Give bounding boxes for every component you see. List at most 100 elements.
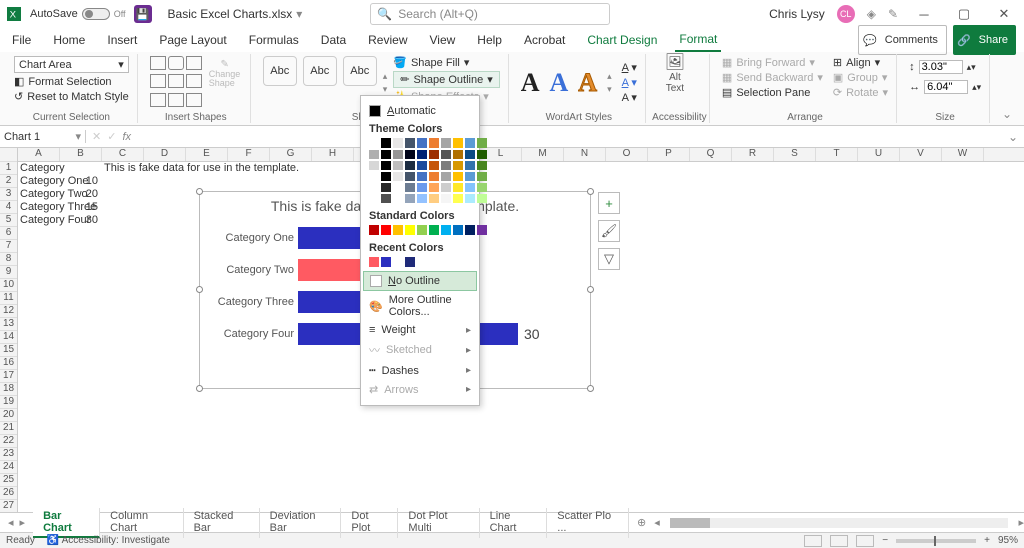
color-swatch[interactable]: [465, 172, 475, 181]
expand-formula-icon[interactable]: ⌄: [1002, 130, 1024, 144]
color-swatch[interactable]: [477, 161, 487, 170]
alt-text-button[interactable]: 🖼 Alt Text: [658, 56, 692, 90]
tab-view[interactable]: View: [426, 29, 460, 51]
horizontal-scrollbar[interactable]: [670, 518, 1009, 528]
cell[interactable]: This is fake data for use in the templat…: [102, 162, 301, 175]
row-headers[interactable]: 1234567891011121314151617181920212223242…: [0, 148, 18, 512]
row-header[interactable]: 17: [0, 370, 17, 383]
col-header[interactable]: N: [564, 148, 606, 161]
row-header[interactable]: 1: [0, 162, 17, 175]
normal-view-button[interactable]: [804, 535, 822, 547]
color-swatch[interactable]: [429, 138, 439, 148]
row-header[interactable]: 7: [0, 240, 17, 253]
cell[interactable]: Category: [18, 162, 67, 175]
chart-element-selector[interactable]: Chart Area▾: [14, 56, 129, 73]
row-header[interactable]: 26: [0, 487, 17, 500]
color-swatch[interactable]: [453, 172, 463, 181]
color-swatch[interactable]: [441, 225, 451, 235]
color-swatch[interactable]: [405, 138, 415, 148]
color-swatch[interactable]: [381, 150, 391, 159]
text-fill-button[interactable]: A ▾: [622, 61, 637, 74]
change-shape-button[interactable]: ✎ Change Shape: [208, 56, 242, 90]
dashes-option[interactable]: ┅Dashes▸: [369, 361, 471, 380]
col-header[interactable]: G: [270, 148, 312, 161]
minimize-button[interactable]: ─: [910, 0, 938, 28]
reset-style-button[interactable]: ↺Reset to Match Style: [14, 90, 129, 103]
col-header[interactable]: D: [144, 148, 186, 161]
color-swatch[interactable]: [393, 150, 403, 159]
tab-format[interactable]: Format: [675, 28, 721, 52]
sheet-tab[interactable]: Dot Plot: [341, 508, 398, 538]
color-swatch[interactable]: [405, 225, 415, 235]
chart-styles-button[interactable]: 🖌: [598, 220, 620, 242]
col-header[interactable]: A: [18, 148, 60, 161]
color-swatch[interactable]: [429, 183, 439, 192]
sheet-tab[interactable]: Scatter Plo ...: [547, 508, 629, 538]
save-icon[interactable]: 💾: [134, 5, 152, 23]
col-header[interactable]: O: [606, 148, 648, 161]
color-swatch[interactable]: [441, 138, 451, 148]
row-header[interactable]: 6: [0, 227, 17, 240]
color-swatch[interactable]: [429, 194, 439, 203]
row-header[interactable]: 22: [0, 435, 17, 448]
col-header[interactable]: Q: [690, 148, 732, 161]
col-header[interactable]: T: [816, 148, 858, 161]
row-header[interactable]: 16: [0, 357, 17, 370]
row-header[interactable]: 13: [0, 318, 17, 331]
row-header[interactable]: 14: [0, 331, 17, 344]
color-swatch[interactable]: [477, 194, 487, 203]
color-swatch[interactable]: [381, 194, 391, 203]
tab-page-layout[interactable]: Page Layout: [155, 29, 230, 51]
color-swatch[interactable]: [465, 138, 475, 148]
color-swatch[interactable]: [381, 172, 391, 181]
color-swatch[interactable]: [405, 172, 415, 181]
color-swatch[interactable]: [417, 172, 427, 181]
selection-pane-button[interactable]: ▤ Selection Pane: [722, 86, 823, 99]
user-name[interactable]: Chris Lysy: [769, 7, 825, 21]
cell[interactable]: 20: [60, 188, 100, 201]
autosave-toggle[interactable]: AutoSave Off: [30, 8, 126, 20]
color-swatch[interactable]: [417, 183, 427, 192]
search-input[interactable]: 🔍 Search (Alt+Q): [370, 3, 610, 25]
color-swatch[interactable]: [393, 172, 403, 181]
bring-forward-button[interactable]: ▦ Bring Forward ▾: [722, 56, 823, 69]
automatic-option[interactable]: AAutomaticutomatic: [369, 102, 471, 120]
color-swatch[interactable]: [417, 150, 427, 159]
theme-colors-palette[interactable]: [369, 138, 471, 148]
color-swatch[interactable]: [441, 172, 451, 181]
color-swatch[interactable]: [369, 150, 379, 159]
color-swatch[interactable]: [393, 138, 403, 148]
more-colors-option[interactable]: 🎨More Outline Colors...: [369, 291, 471, 321]
theme-shades-palette[interactable]: [369, 150, 471, 203]
color-swatch[interactable]: [453, 183, 463, 192]
sheet-tab[interactable]: Line Chart: [480, 508, 548, 538]
color-swatch[interactable]: [477, 183, 487, 192]
diamond-icon[interactable]: ◈: [867, 7, 876, 21]
close-button[interactable]: ✕: [990, 0, 1018, 28]
row-header[interactable]: 23: [0, 448, 17, 461]
standard-colors-palette[interactable]: [369, 225, 471, 235]
tab-next-icon[interactable]: ▸: [20, 516, 26, 529]
align-button[interactable]: ⊞ Align ▾: [833, 56, 888, 69]
color-swatch[interactable]: [381, 161, 391, 170]
col-header[interactable]: W: [942, 148, 984, 161]
sheet-tab[interactable]: Dot Plot Multi: [398, 508, 479, 538]
tab-review[interactable]: Review: [364, 29, 411, 51]
row-header[interactable]: 19: [0, 396, 17, 409]
color-swatch[interactable]: [393, 194, 403, 203]
row-header[interactable]: 20: [0, 409, 17, 422]
cancel-icon[interactable]: ✕: [92, 130, 101, 143]
wordart-a2[interactable]: A: [550, 68, 569, 98]
color-swatch[interactable]: [465, 225, 475, 235]
col-header[interactable]: B: [60, 148, 102, 161]
row-header[interactable]: 2: [0, 175, 17, 188]
style-preset-2[interactable]: Abc: [303, 56, 337, 86]
name-box[interactable]: Chart 1▾: [0, 130, 86, 143]
rotate-button[interactable]: ⟳ Rotate ▾: [833, 86, 888, 99]
color-swatch[interactable]: [453, 225, 463, 235]
new-sheet-button[interactable]: ⊕: [629, 516, 654, 529]
wordart-a1[interactable]: A: [521, 68, 540, 98]
zoom-slider[interactable]: [896, 539, 976, 543]
color-swatch[interactable]: [381, 183, 391, 192]
color-swatch[interactable]: [465, 150, 475, 159]
